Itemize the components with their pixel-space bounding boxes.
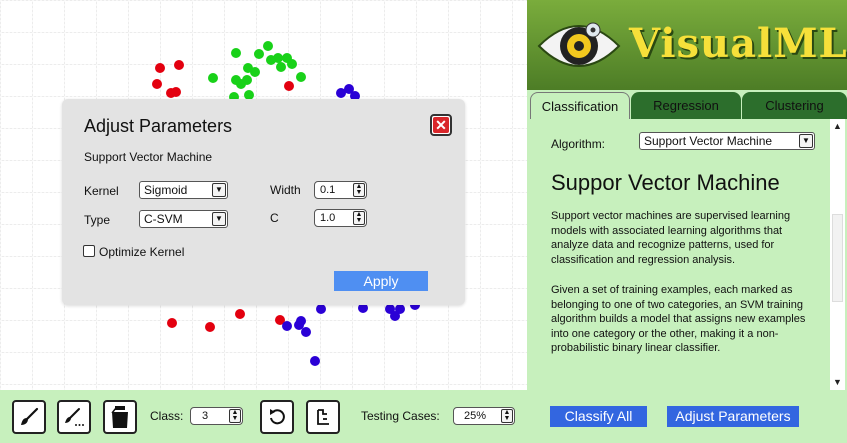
c-value: 1.0 [320,212,336,224]
data-point [276,62,286,72]
tab-bar: Classification Regression Clustering [527,92,847,119]
stepper-arrows-icon[interactable]: ▲ ▼ [229,409,241,423]
data-point [296,72,306,82]
data-point [287,59,297,69]
data-point [336,88,346,98]
width-label: Width [270,183,301,197]
data-point [316,304,326,314]
scroll-up-icon[interactable]: ▲ [830,119,845,134]
tab-clustering[interactable]: Clustering [742,92,847,119]
class-label: Class: [150,409,184,423]
description-paragraph-1: Support vector machines are supervised l… [551,210,791,266]
c-stepper[interactable]: 1.0 ▲ ▼ [314,209,367,227]
app-name: VisualML [629,20,847,67]
testing-cases-value: 25% [464,410,487,422]
stepper-arrows-icon[interactable]: ▲ ▼ [353,183,365,197]
algorithm-heading: Suppor Vector Machine [551,170,780,195]
data-point [174,60,184,70]
close-button[interactable]: ✕ [430,114,452,136]
data-point [235,309,245,319]
data-point [167,318,177,328]
close-icon: ✕ [433,117,449,133]
data-point [310,356,320,366]
adjust-parameters-button[interactable]: Adjust Parameters [667,406,799,427]
multi-brush-icon [65,408,84,426]
type-select[interactable]: C-SVM ▼ [139,210,228,228]
kernel-value: Sigmoid [144,183,188,197]
data-point [395,304,405,314]
scrollbar[interactable]: ▲ ▼ [830,119,845,390]
adjust-parameters-dialog: Adjust Parameters ✕ Support Vector Machi… [62,99,465,305]
optimize-kernel-label: Optimize Kernel [99,245,185,259]
stepper-arrows-icon[interactable]: ▲ ▼ [501,409,513,423]
width-value: 0.1 [320,184,336,196]
data-point [250,67,260,77]
chevron-down-icon: ▼ [212,183,226,197]
data-point [231,48,241,58]
data-point [236,79,246,89]
undo-button[interactable] [260,400,294,434]
data-point [294,320,304,330]
kernel-label: Kernel [84,184,119,198]
data-point [208,73,218,83]
width-stepper[interactable]: 0.1 ▲ ▼ [314,181,367,199]
class-value: 3 [202,410,209,422]
data-point [282,321,292,331]
chevron-down-icon: ▼ [799,134,813,148]
classify-all-button[interactable]: Classify All [550,406,647,427]
data-point [284,81,294,91]
data-point [385,304,395,314]
data-point [205,322,215,332]
scroll-thumb[interactable] [832,214,843,302]
algorithm-select[interactable]: Support Vector Machine ▼ [639,132,815,150]
class-stepper[interactable]: 3 ▲ ▼ [190,407,243,425]
description-paragraph-2: Given a set of training examples, each m… [551,284,806,354]
undo-icon [270,409,285,425]
data-point [155,63,165,73]
optimize-kernel-checkbox[interactable] [83,245,95,257]
paint-bucket-icon [111,406,128,428]
data-point [152,79,162,89]
chevron-down-icon: ▼ [212,212,226,226]
dialog-title: Adjust Parameters [84,116,233,136]
stepper-arrows-icon[interactable]: ▲ ▼ [353,211,365,225]
clear-icon [317,409,329,425]
multi-brush-button[interactable] [57,400,91,434]
canvas-toolbar: Class: 3 ▲ ▼ Testing Cases: 25% ▲ ▼ [0,390,527,443]
data-point [171,87,181,97]
c-label: C [270,211,279,225]
tab-classification[interactable]: Classification [530,92,630,119]
tab-regression[interactable]: Regression [631,92,741,119]
scroll-down-icon[interactable]: ▼ [830,375,845,390]
data-point [263,41,273,51]
visualml-logo: VisualML [527,0,847,90]
type-value: C-SVM [144,212,183,226]
algorithm-name: Support Vector Machine [84,150,213,164]
classification-tab-content: Algorithm: Support Vector Machine ▼ Supp… [527,119,847,390]
brush-button[interactable] [12,400,46,434]
right-panel: VisualML Classification Regression Clust… [527,0,847,443]
algorithm-value: Support Vector Machine [644,134,773,148]
testing-cases-stepper[interactable]: 25% ▲ ▼ [453,407,515,425]
paint-bucket-button[interactable] [103,400,137,434]
data-point [254,49,264,59]
brush-icon [21,407,39,425]
clear-button[interactable] [306,400,340,434]
apply-button[interactable]: Apply [334,271,428,291]
eye-gear-icon [537,22,621,67]
type-label: Type [84,213,111,227]
testing-cases-label: Testing Cases: [361,409,440,423]
action-bar: Classify All Adjust Parameters [527,390,847,443]
kernel-select[interactable]: Sigmoid ▼ [139,181,228,199]
data-point [266,55,276,65]
algorithm-label: Algorithm: [551,137,606,151]
